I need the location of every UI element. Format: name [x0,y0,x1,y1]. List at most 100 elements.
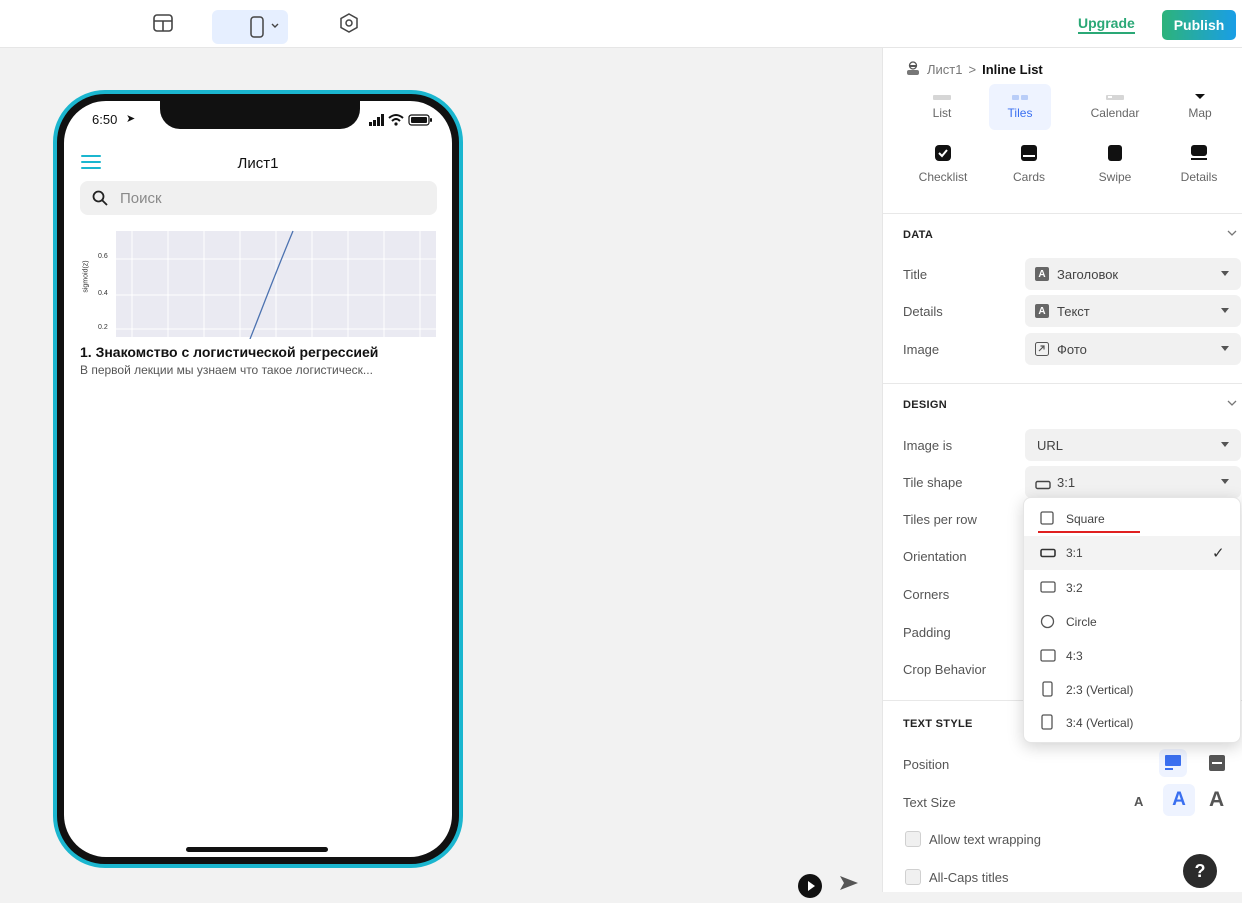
select-value: 3:1 [1057,475,1076,490]
row-label-orientation: Orientation [903,549,967,564]
cards-style-icon [1019,144,1039,162]
upgrade-link[interactable]: Upgrade [1078,16,1135,34]
style-option-tiles[interactable]: Tiles [989,84,1051,130]
text-size-medium[interactable]: A [1163,784,1195,816]
device-selector[interactable] [212,10,288,44]
style-option-cards[interactable]: Cards [993,144,1065,192]
details-style-icon [1189,144,1209,162]
text-column-icon: A [1035,304,1049,318]
annotation-underline [1038,531,1140,533]
dropdown-item-2-3-vertical[interactable]: 2:3 (Vertical) [1024,673,1240,707]
row-label-padding: Padding [903,625,951,640]
top-toolbar: Upgrade Publish [0,0,1242,48]
settings-hex-icon[interactable] [338,12,360,34]
home-indicator [186,847,328,852]
row-label-image: Image [903,342,940,357]
section-header-text-style: TEXT STYLE [903,718,973,730]
rect-icon [1040,581,1056,596]
phone-notch [160,101,360,129]
image-is-select[interactable]: URL [1025,429,1241,461]
style-label: Swipe [1098,170,1132,184]
caret-down-icon [1221,308,1229,313]
position-below-button[interactable] [1159,749,1187,777]
style-label: Checklist [918,170,968,184]
status-icons [367,113,437,127]
row-label-title: Title [903,267,928,282]
style-option-checklist[interactable]: Checklist [907,144,979,192]
image-field-select[interactable]: Фото [1025,333,1241,365]
style-option-swipe[interactable]: Swipe [1079,144,1151,192]
style-label: Calendar [1090,106,1140,120]
row-label-tiles-per-row: Tiles per row [903,512,977,527]
details-field-select[interactable]: A Текст [1025,295,1241,327]
dropdown-item-circle[interactable]: Circle [1024,605,1240,639]
chevron-down-icon[interactable] [1227,228,1237,241]
allow-wrapping-checkbox[interactable] [905,831,921,847]
tile-description: В первой лекции мы узнаем что такое логи… [80,363,373,377]
row-label-crop-behavior: Crop Behavior [903,662,987,677]
map-style-icon [1189,90,1211,102]
position-overlay-button[interactable] [1203,749,1231,777]
calendar-style-icon [1104,90,1126,102]
breadcrumb-separator: > [968,62,977,77]
style-option-map[interactable]: Map [1169,84,1231,130]
style-option-details[interactable]: Details [1163,144,1235,192]
table-icon[interactable] [152,12,174,34]
row-label-text-size: Text Size [903,795,956,810]
text-size-small[interactable]: A [1134,794,1143,809]
dropdown-item-3-2[interactable]: 3:2 [1024,571,1240,605]
select-value: URL [1037,438,1064,453]
link-column-icon [1035,342,1049,356]
dropdown-item-label: 4:3 [1066,649,1083,663]
play-button[interactable] [798,874,822,898]
search-input[interactable]: Поиск [80,181,437,215]
style-option-list[interactable]: List [911,84,973,130]
dropdown-item-label: Square [1066,512,1105,526]
select-value: Текст [1057,304,1090,319]
publish-button[interactable]: Publish [1162,10,1236,40]
style-label: List [932,106,952,120]
help-button[interactable]: ? [1183,854,1217,888]
section-header-design: DESIGN [903,399,947,411]
dropdown-item-label: 3:1 [1066,546,1083,560]
vertical-rect-icon [1041,714,1053,733]
tile-title: 1. Знакомство с логистической регрессией [80,344,379,360]
tiles-style-icon [1009,90,1031,102]
chevron-down-icon[interactable] [1227,398,1237,411]
square-shape-icon [1040,511,1054,528]
breadcrumb: Лист1 > Inline List [905,60,1043,79]
all-caps-checkbox[interactable] [905,869,921,885]
tile-shape-dropdown: Square 3:1 ✓ 3:2 Circle 4:3 2:3 (Vertica… [1023,497,1241,743]
check-icon: ✓ [1212,545,1225,562]
chart-tick-label: 0.6 [98,253,108,260]
text-column-icon: A [1035,267,1049,281]
breadcrumb-root[interactable]: Лист1 [927,62,962,77]
checklist-style-icon [933,144,953,162]
style-option-calendar[interactable]: Calendar [1079,84,1151,130]
select-value: Фото [1057,342,1087,357]
all-caps-label: All-Caps titles [929,870,1009,885]
send-cursor-icon[interactable] [840,876,858,895]
style-label: Cards [1012,170,1045,184]
vertical-rect-icon [1042,681,1053,700]
dropdown-item-4-3[interactable]: 4:3 [1024,639,1240,673]
caret-down-icon [1221,479,1229,484]
caret-down-icon [1221,271,1229,276]
tile-shape-select[interactable]: 3:1 [1025,466,1241,498]
list-style-icon [931,90,953,102]
style-label: Details [1180,170,1218,184]
dropdown-item-3-1[interactable]: 3:1 ✓ [1024,536,1240,570]
style-label: Tiles [1007,106,1033,120]
tile-image[interactable]: 0.6 0.4 0.2 sigmoid(z) [80,229,436,340]
search-icon [92,190,108,211]
caret-down-icon [1221,346,1229,351]
user-component-icon [905,60,921,79]
divider [883,383,1242,384]
title-field-select[interactable]: A Заголовок [1025,258,1241,290]
text-size-large[interactable]: A [1209,788,1224,812]
row-label-corners: Corners [903,587,950,602]
dropdown-item-3-4-vertical[interactable]: 3:4 (Vertical) [1024,706,1240,740]
screen-title: Лист1 [237,155,279,172]
wide-rect-icon [1040,547,1056,561]
dropdown-item-label: 2:3 (Vertical) [1066,683,1134,697]
